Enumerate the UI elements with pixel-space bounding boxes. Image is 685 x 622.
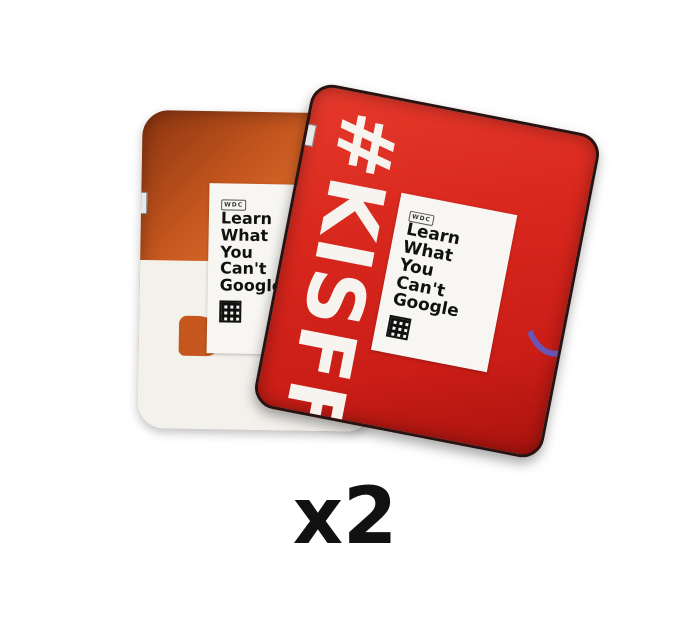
- fabric-label-tag: [137, 191, 148, 215]
- quantity-label: x2: [292, 472, 398, 562]
- qr-code-icon: [385, 314, 412, 341]
- front-seat-cushion: #KISFF WDC Learn What You Can't Google: [251, 80, 603, 462]
- product-photo: WDC Learn What You Can't Google #KISFF W…: [0, 0, 685, 622]
- pad-print-arc: [505, 168, 603, 366]
- qr-code-icon: [219, 300, 242, 323]
- fabric-label-tag: [302, 123, 317, 147]
